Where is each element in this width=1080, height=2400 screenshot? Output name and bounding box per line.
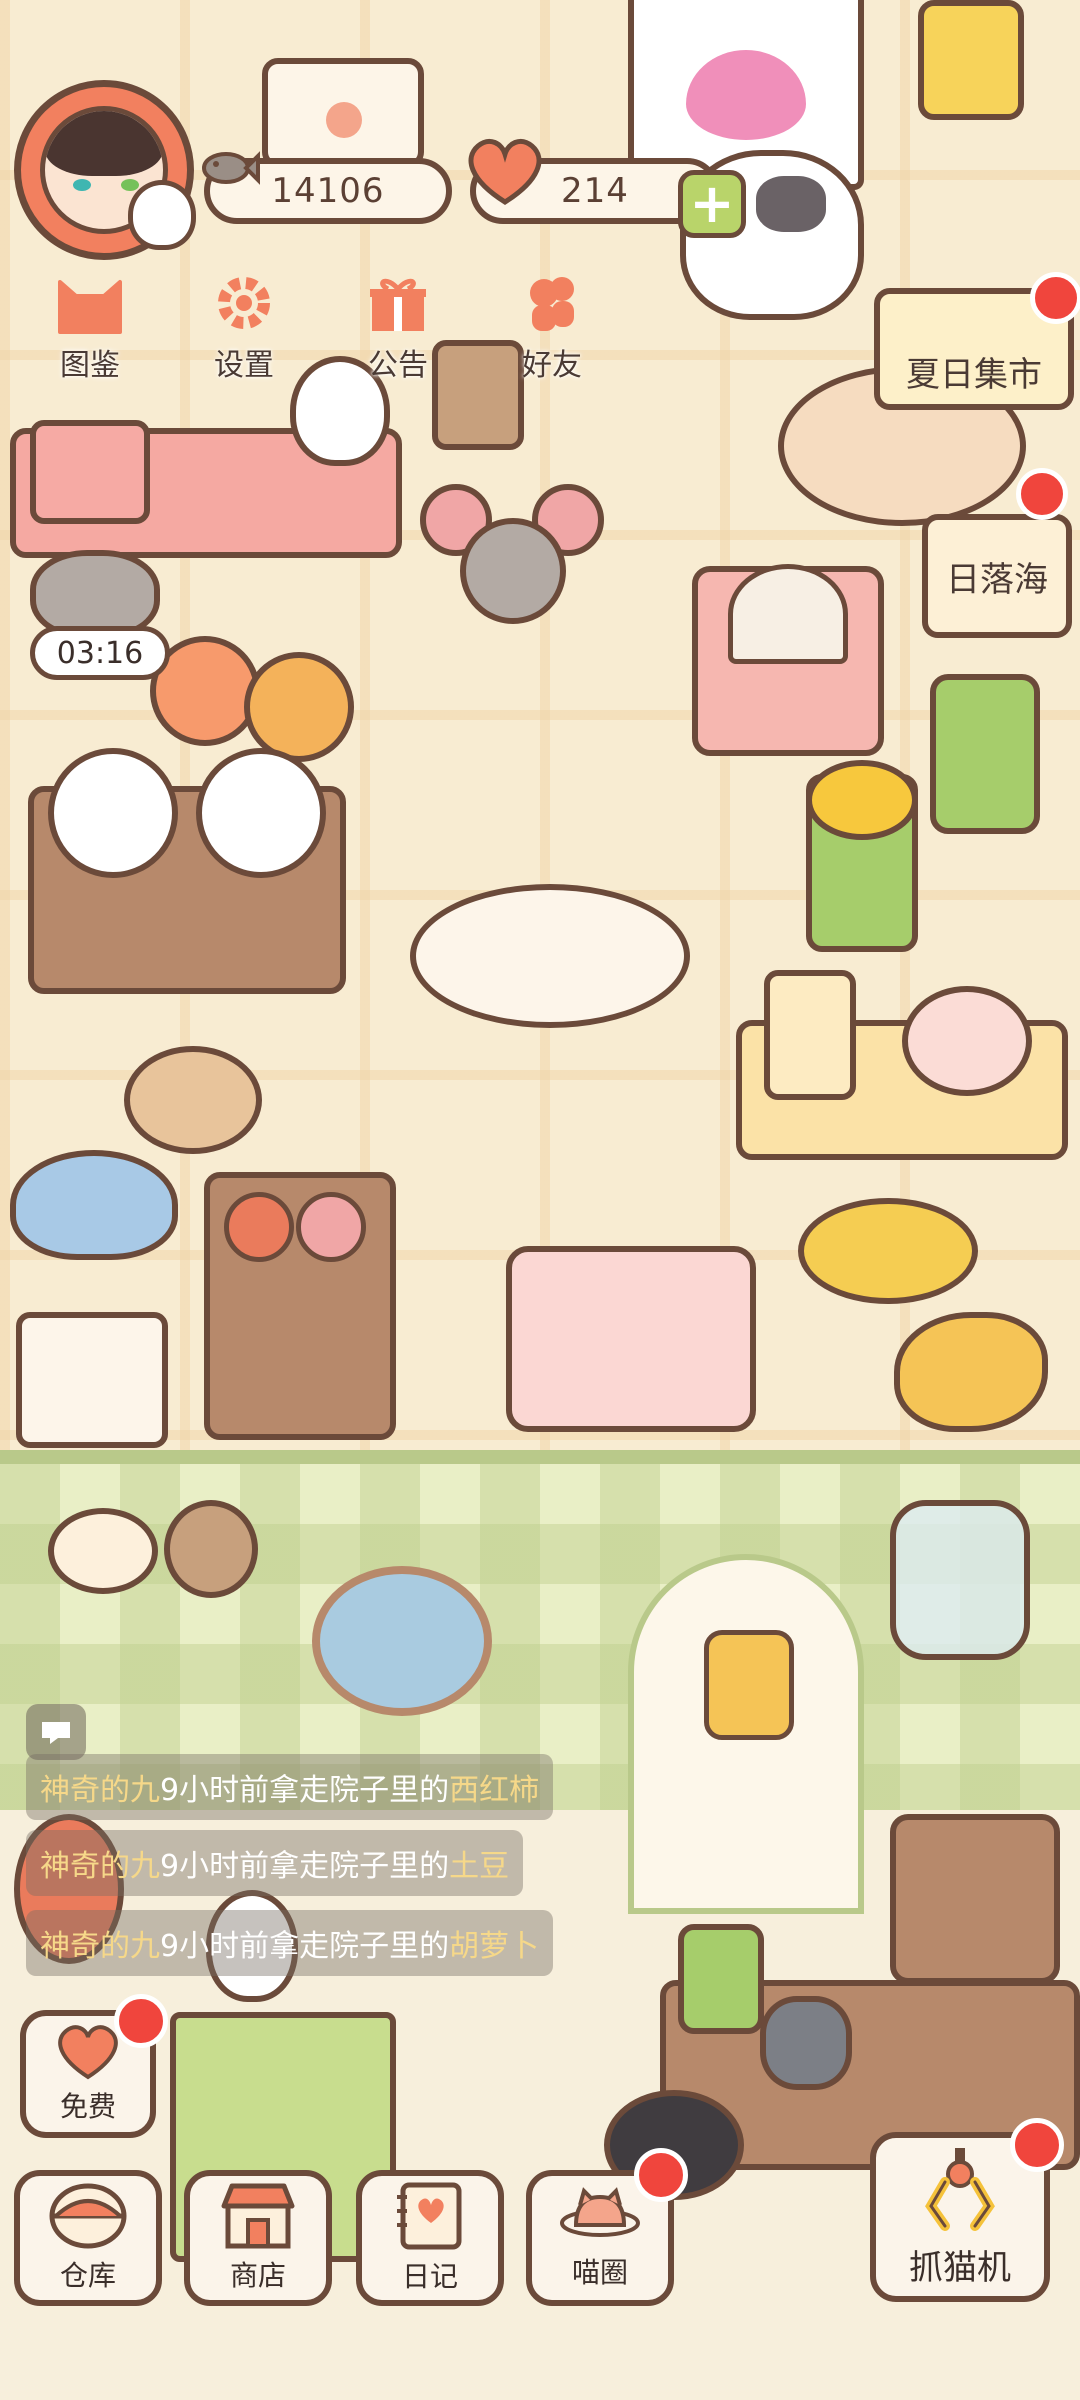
heart-icon [460,132,550,208]
bunny-pet-icon [128,180,196,250]
notepad-icon [30,420,150,524]
cactus-pot [678,1924,764,2034]
notification-badge [1010,2118,1064,2172]
cake-display [692,564,884,756]
log-player-name: 神奇的九 [40,1929,160,1964]
shop-button-label: 商店 [229,2259,286,2292]
wicker-chair [890,1814,1060,1984]
claw-machine-button-label: 抓猫机 [909,2247,1011,2288]
menu-friends-label: 好友 [522,348,582,383]
log-text: 9小时前拿走院子里的 [160,1849,450,1884]
log-entry: 神奇的九 9小时前拿走院子里的 胡萝卜 [26,1910,554,1976]
lantern-icon [918,0,1024,120]
waffle-mat [798,1198,978,1304]
tree-stump [124,1046,262,1154]
gumball-machines [28,748,346,994]
log-player-name: 神奇的九 [40,1849,160,1884]
ufo-lamp [10,1150,178,1260]
notification-badge [1016,468,1068,520]
countdown-timer: 03:16 [30,626,170,680]
add-hearts-button[interactable]: + [678,170,746,238]
sink-basin [16,1312,168,1448]
log-item: 西红柿 [449,1773,540,1808]
heart-icon [52,2023,124,2081]
menu-settings[interactable]: 设置 [174,272,314,383]
floral-cushion [506,1246,756,1432]
log-text: 9小时前拿走院子里的 [160,1773,450,1808]
event-sunset-sea[interactable]: 日落海 [922,514,1072,638]
menu-announcement[interactable]: 公告 [328,272,468,383]
notification-badge [634,2148,688,2202]
timer-text: 03:16 [56,635,144,671]
friends-icon [516,272,588,334]
notification-badge [1030,272,1080,324]
bamboo-plant [930,674,1040,834]
log-text: 9小时前拿走院子里的 [160,1929,450,1964]
chicks [48,1488,258,1598]
event-summer-market-label: 夏日集市 [906,355,1042,395]
menu-friends[interactable]: 好友 [482,272,622,383]
tea-table [736,970,1068,1160]
shop-button[interactable]: 商店 [184,2170,332,2306]
green-arch [628,1554,864,1914]
log-player-name: 神奇的九 [40,1773,160,1808]
gear-icon [208,272,280,334]
chat-log-icon[interactable] [26,1704,86,1760]
warehouse-button-label: 仓库 [59,2259,116,2292]
koi-figure [894,1312,1048,1432]
cat-circle-button-label: 喵圈 [571,2256,628,2289]
storage-icon [48,2182,128,2250]
flower-signboard [262,58,424,168]
warehouse-button[interactable]: 仓库 [14,2170,162,2306]
log-item: 胡萝卜 [449,1929,540,1964]
menu-settings-label: 设置 [214,348,274,383]
menu-announcement-label: 公告 [368,348,428,383]
heart-count: 214 [561,171,629,211]
round-mirror [312,1566,492,1716]
cat-head-icon [54,272,126,334]
free-button-label: 免费 [59,2090,116,2123]
fish-count: 14106 [271,171,385,211]
mouse-character[interactable] [420,484,606,640]
log-entry: 神奇的九 9小时前拿走院子里的 西红柿 [26,1754,554,1820]
ink-bottle [760,1996,852,2090]
log-entry: 神奇的九 9小时前拿走院子里的 土豆 [26,1830,524,1896]
event-sunset-sea-label: 日落海 [946,559,1048,600]
menu-catalog[interactable]: 图鉴 [20,272,160,383]
diary-button-label: 日记 [401,2260,458,2293]
log-item: 土豆 [449,1849,510,1884]
oval-rug [410,884,690,1028]
shop-icon [218,2182,298,2250]
gift-icon [362,272,434,334]
yarn-shelf [204,1172,396,1440]
diary-icon [393,2181,467,2251]
diary-button[interactable]: 日记 [356,2170,504,2306]
flower-stool [806,760,918,952]
cat-planet-icon [558,2185,642,2247]
fish-icon [196,142,260,194]
claw-icon [915,2146,1005,2236]
water-plant [890,1500,1030,1660]
menu-catalog-label: 图鉴 [60,348,120,383]
notification-badge [114,1994,168,2048]
